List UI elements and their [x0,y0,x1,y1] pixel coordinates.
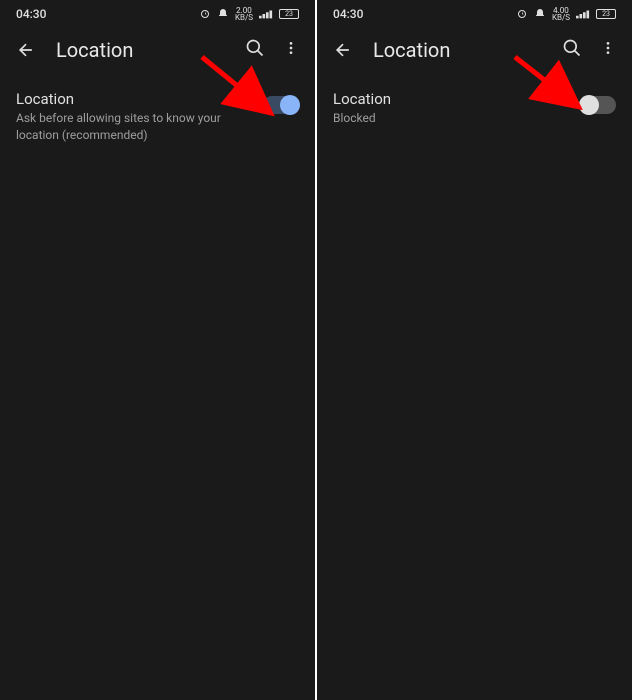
toggle-thumb [579,95,599,115]
signal-icon [259,9,273,19]
app-bar: Location [317,26,632,74]
setting-text: Location Blocked [333,90,580,127]
location-toggle[interactable] [263,96,299,114]
battery-icon: 23 [596,9,616,19]
more-icon[interactable] [600,38,616,62]
status-icons: 2.00 KB/S 23 [199,7,299,21]
mute-icon [217,8,229,20]
phone-screen-left: 04:30 2.00 KB/S 23 Location [0,0,315,700]
setting-subtitle: Ask before allowing sites to know your l… [16,110,243,144]
app-bar: Location [0,26,315,74]
battery-icon: 23 [279,9,299,19]
data-rate: 2.00 KB/S [235,7,253,21]
alarm-icon [516,8,528,20]
status-icons: 4.00 KB/S 23 [516,7,616,21]
page-title: Location [373,38,542,62]
back-button[interactable] [333,40,353,60]
data-rate: 4.00 KB/S [552,7,570,21]
mute-icon [534,8,546,20]
search-icon[interactable] [245,38,265,62]
alarm-icon [199,8,211,20]
status-time: 04:30 [16,7,46,21]
location-setting-row[interactable]: Location Blocked [317,74,632,143]
toggle-thumb [280,95,300,115]
more-icon[interactable] [283,38,299,62]
setting-text: Location Ask before allowing sites to kn… [16,90,263,144]
setting-subtitle: Blocked [333,110,560,127]
search-icon[interactable] [562,38,582,62]
setting-title: Location [16,90,243,108]
setting-title: Location [333,90,560,108]
status-bar: 04:30 4.00 KB/S 23 [317,0,632,26]
location-setting-row[interactable]: Location Ask before allowing sites to kn… [0,74,315,160]
back-button[interactable] [16,40,36,60]
page-title: Location [56,38,225,62]
location-toggle[interactable] [580,96,616,114]
status-time: 04:30 [333,7,363,21]
phone-screen-right: 04:30 4.00 KB/S 23 Location [317,0,632,700]
status-bar: 04:30 2.00 KB/S 23 [0,0,315,26]
signal-icon [576,9,590,19]
